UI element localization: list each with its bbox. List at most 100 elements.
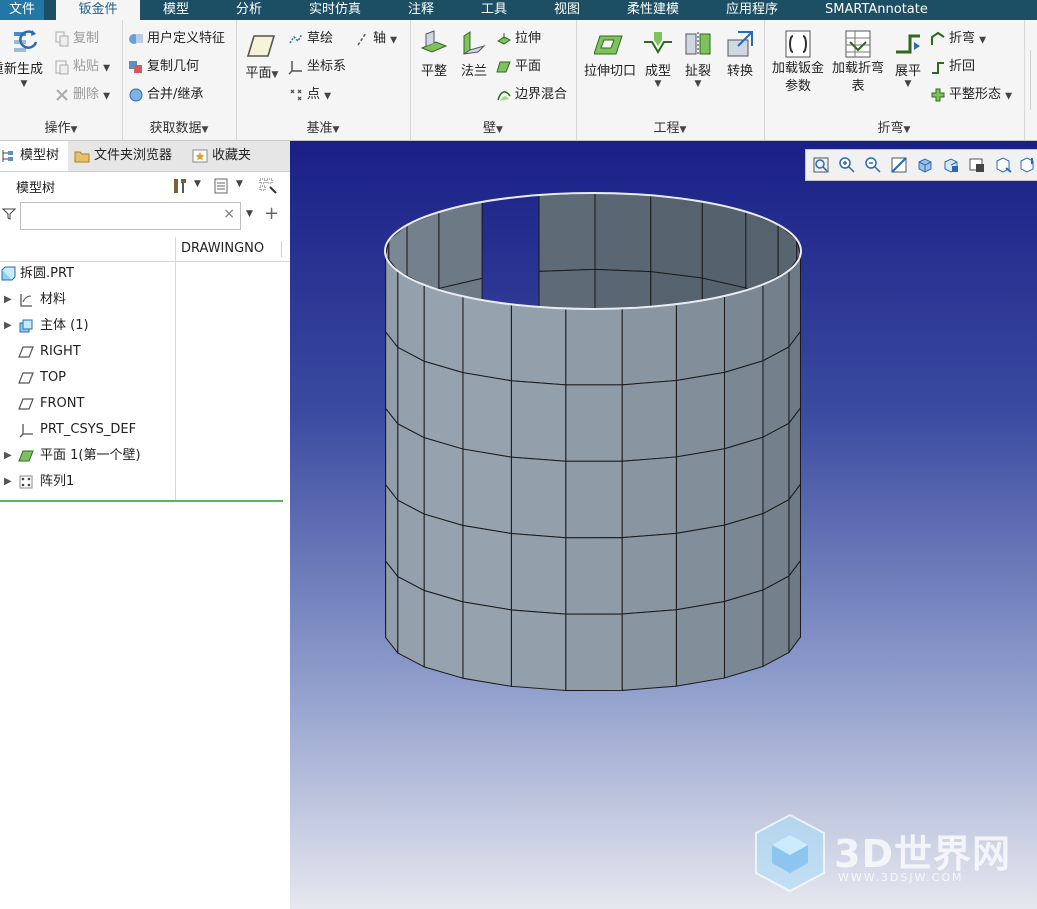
model-facet[interactable] — [462, 295, 512, 382]
column-drawingno[interactable]: DRAWINGNO — [181, 237, 264, 261]
model-facet[interactable] — [621, 456, 677, 539]
datum-plane-button[interactable]: 平面▼ — [240, 30, 284, 81]
sheet-metal-cylinder-model[interactable] — [290, 141, 1037, 909]
model-facet[interactable] — [462, 448, 512, 535]
chevron-down-icon[interactable]: ▼ — [246, 209, 253, 219]
menu-tab-file[interactable]: 文件 — [0, 0, 44, 20]
extrude-cut-button[interactable]: 拉伸切口 — [582, 28, 638, 79]
model-facet[interactable] — [621, 609, 677, 691]
sketch-button[interactable]: 草绘 — [288, 28, 333, 50]
menu-tab-flexible-modeling[interactable]: 柔性建模 — [627, 0, 679, 20]
expand-arrow-icon[interactable]: ▶ — [4, 287, 14, 313]
model-facet[interactable] — [762, 346, 790, 439]
menu-tab-simulation[interactable]: 实时仿真 — [309, 0, 361, 20]
convert-button[interactable]: 转换 — [720, 28, 760, 79]
point-button[interactable]: 点 ▼ — [288, 84, 331, 106]
model-facet[interactable] — [423, 513, 464, 603]
menu-tab-view[interactable]: 视图 — [554, 0, 580, 20]
load-sheetmetal-params-button[interactable]: 加载钣金参数 — [768, 28, 828, 96]
delete-button[interactable]: 删除 ▼ — [54, 84, 110, 106]
csys-button[interactable]: 坐标系 — [288, 56, 346, 78]
model-facet[interactable] — [723, 436, 764, 526]
model-facet[interactable] — [594, 192, 652, 273]
menu-tab-applications[interactable]: 应用程序 — [726, 0, 778, 20]
tree-item[interactable]: ▶ 阵列1 — [0, 469, 175, 495]
regenerate-button[interactable]: 重新生成 ▼ — [0, 26, 48, 89]
model-facet[interactable] — [650, 194, 703, 279]
model-facet[interactable] — [397, 499, 425, 592]
column-divider[interactable] — [281, 241, 282, 257]
model-facet[interactable] — [788, 559, 801, 654]
tree-item[interactable]: ▶ 主体 (1) — [0, 313, 175, 339]
tab-folder-browser[interactable]: 文件夹浏览器 — [74, 141, 172, 171]
copy-button[interactable]: 复制 — [54, 28, 99, 50]
model-facet[interactable] — [510, 456, 567, 539]
model-facet[interactable] — [621, 379, 677, 462]
menu-tab-sheetmetal[interactable]: 钣金件 — [56, 0, 140, 20]
model-facet[interactable] — [462, 372, 512, 458]
clear-icon[interactable]: × — [223, 206, 235, 222]
model-facet[interactable] — [462, 601, 512, 687]
rip-button[interactable]: 扯裂 ▼ — [680, 28, 716, 89]
model-facet[interactable] — [675, 524, 725, 611]
model-facet[interactable] — [510, 380, 567, 462]
load-bend-table-button[interactable]: 加载折弯表 — [828, 28, 888, 96]
model-facet[interactable] — [565, 384, 623, 462]
tree-item[interactable]: TOP — [0, 365, 175, 391]
merge-inherit-button[interactable]: 合并/继承 — [128, 84, 203, 106]
model-facet[interactable] — [762, 269, 790, 362]
group-title-bend[interactable]: 折弯▼ — [764, 117, 1024, 136]
paste-button[interactable]: 粘贴 ▼ — [54, 56, 110, 78]
model-facet[interactable] — [675, 600, 725, 687]
model-facet[interactable] — [397, 422, 425, 515]
plane-wall-button[interactable]: 平面 — [496, 56, 541, 78]
tree-item[interactable]: ▶ 平面 1(第一个壁) — [0, 443, 175, 469]
model-facet[interactable] — [701, 201, 747, 289]
flat-wall-button[interactable]: 平整 — [414, 28, 454, 79]
model-facet[interactable] — [423, 360, 464, 450]
model-facet[interactable] — [438, 201, 483, 290]
model-facet[interactable] — [385, 559, 399, 655]
model-facet[interactable] — [510, 533, 567, 615]
model-facet[interactable] — [397, 346, 425, 439]
copy-geometry-button[interactable]: 复制几何 — [128, 56, 199, 78]
model-facet[interactable] — [675, 448, 725, 534]
model-facet[interactable] — [423, 284, 464, 374]
bend-back-button[interactable]: 折回 — [930, 56, 975, 78]
tree-search-field[interactable] — [25, 204, 224, 228]
axis-button[interactable]: 轴 ▼ — [354, 28, 397, 50]
model-facet[interactable] — [565, 307, 623, 386]
expand-arrow-icon[interactable]: ▶ — [4, 313, 14, 339]
menu-tab-tools[interactable]: 工具 — [481, 0, 507, 20]
model-facet[interactable] — [510, 303, 567, 386]
model-facet[interactable] — [565, 613, 623, 691]
extrude-wall-button[interactable]: 拉伸 — [496, 28, 541, 50]
model-facet[interactable] — [723, 512, 764, 603]
form-button[interactable]: 成型 ▼ — [640, 28, 676, 89]
boundary-blend-button[interactable]: 边界混合 — [496, 84, 567, 106]
group-title-operations[interactable]: 操作▼ — [0, 117, 122, 136]
flange-button[interactable]: 法兰 — [454, 28, 494, 79]
group-title-engineering[interactable]: 工程▼ — [576, 117, 764, 136]
tree-item[interactable]: RIGHT — [0, 339, 175, 365]
add-filter-icon[interactable]: + — [264, 203, 279, 224]
expand-arrow-icon[interactable]: ▶ — [4, 469, 14, 495]
tree-item[interactable]: FRONT — [0, 391, 175, 417]
expand-arrow-icon[interactable]: ▶ — [4, 443, 14, 469]
model-facet[interactable] — [723, 283, 764, 374]
model-facet[interactable] — [762, 575, 790, 668]
menu-tab-annotate[interactable]: 注释 — [408, 0, 434, 20]
filter-icon[interactable] — [2, 207, 16, 221]
insert-indicator[interactable] — [0, 500, 283, 502]
menu-tab-smartannotate[interactable]: SMARTAnnotate — [825, 0, 928, 20]
model-facet[interactable] — [762, 422, 790, 515]
menu-tab-analysis[interactable]: 分析 — [236, 0, 262, 20]
model-facet[interactable] — [723, 589, 764, 679]
unbend-button[interactable]: 展平 ▼ — [890, 28, 926, 89]
model-facet[interactable] — [723, 360, 764, 450]
model-facet[interactable] — [462, 524, 512, 611]
tree-item[interactable]: PRT_CSYS_DEF — [0, 417, 175, 443]
udf-button[interactable]: 用户定义特征 — [128, 28, 225, 50]
tree-search-input[interactable]: × — [20, 202, 241, 230]
tab-favorites[interactable]: 收藏夹 — [192, 141, 251, 171]
